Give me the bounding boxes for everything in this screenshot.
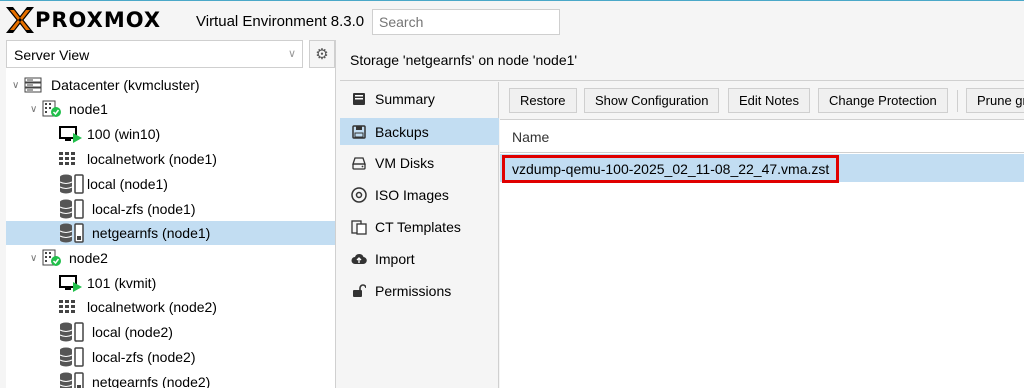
backups-toolbar: Restore Show Configuration Edit Notes Ch… xyxy=(500,82,1024,120)
backups-panel: Restore Show Configuration Edit Notes Ch… xyxy=(500,82,1024,388)
tree-item-local-node2[interactable]: local (node2) xyxy=(6,320,335,344)
tree-item-label: localnetwork (node1) xyxy=(87,151,217,167)
nav-item-label: Summary xyxy=(375,90,435,107)
storage-icon xyxy=(59,347,84,367)
tree-item-label: node2 xyxy=(69,250,108,266)
prune-button[interactable]: Prune gr xyxy=(966,88,1024,113)
vm-running-icon xyxy=(59,126,82,143)
network-grid-icon xyxy=(59,152,75,165)
tree-item-datacenter[interactable]: ∨ Datacenter (kvmcluster) xyxy=(6,73,335,97)
storage-icon xyxy=(59,199,84,219)
column-header-name[interactable]: Name xyxy=(512,129,549,145)
backup-filename-cell: vzdump-qemu-100-2025_02_11-08_22_47.vma.… xyxy=(502,155,840,183)
floppy-icon xyxy=(351,124,367,140)
nav-item-label: Permissions xyxy=(375,282,452,299)
edit-notes-button[interactable]: Edit Notes xyxy=(728,88,810,113)
storage-icon xyxy=(59,174,84,194)
proxmox-x-icon xyxy=(6,7,34,33)
unlock-icon xyxy=(351,283,367,299)
toolbar-separator xyxy=(957,90,958,112)
storage-icon xyxy=(59,322,84,342)
page-title: Storage 'netgearnfs' on node 'node1' xyxy=(350,52,578,68)
tree-item-netgearnfs-node1[interactable]: netgearnfs (node1) xyxy=(6,221,335,245)
nav-item-permissions[interactable]: Permissions xyxy=(340,277,499,304)
chevron-down-icon: ∨ xyxy=(287,48,296,60)
tree-item-label: local-zfs (node2) xyxy=(92,349,196,365)
chevron-down-icon[interactable]: ∨ xyxy=(30,253,37,264)
content-header: Storage 'netgearnfs' on node 'node1' xyxy=(340,40,1024,81)
datacenter-icon xyxy=(24,77,42,93)
resource-tree-panel: Server View ∨ ⚙ ∨ Datacenter (kvmcluster… xyxy=(6,40,336,388)
nav-item-label: CT Templates xyxy=(375,218,461,235)
disc-icon xyxy=(351,186,367,203)
nav-item-backups[interactable]: Backups xyxy=(340,118,499,145)
tree-item-label: node1 xyxy=(69,101,108,117)
vm-running-icon xyxy=(59,275,82,292)
nav-item-ct-templates[interactable]: CT Templates xyxy=(340,213,499,240)
tree-item-label: 101 (kvmit) xyxy=(87,275,157,291)
change-protection-button[interactable]: Change Protection xyxy=(818,88,948,113)
table-header: Name xyxy=(500,121,1024,153)
tree-item-vm-101[interactable]: 101 (kvmit) xyxy=(6,271,335,295)
nav-item-label: Backups xyxy=(375,123,429,140)
restore-button[interactable]: Restore xyxy=(509,88,577,113)
logo-text: PROXMOX xyxy=(35,8,162,32)
nav-item-label: VM Disks xyxy=(375,154,435,171)
tree-item-label: local (node1) xyxy=(87,176,168,192)
chevron-down-icon[interactable]: ∨ xyxy=(12,80,19,91)
tree-item-node1[interactable]: ∨ node1 xyxy=(6,97,335,121)
tree-item-netgearnfs-node2[interactable]: netgearnfs (node2) xyxy=(6,370,335,388)
settings-button[interactable]: ⚙ xyxy=(309,40,335,68)
nav-item-summary[interactable]: Summary xyxy=(340,85,499,112)
top-header: PROXMOX Virtual Environment 8.3.0 xyxy=(0,0,1024,40)
search-input[interactable] xyxy=(372,9,560,35)
tree-item-label: Datacenter (kvmcluster) xyxy=(51,77,200,93)
nav-item-vm-disks[interactable]: VM Disks xyxy=(340,149,499,176)
gear-icon: ⚙ xyxy=(315,46,329,63)
tree-item-node2[interactable]: ∨ node2 xyxy=(6,246,335,270)
tree-item-label: netgearnfs (node2) xyxy=(92,374,211,388)
node-online-icon xyxy=(42,100,61,117)
view-selector[interactable]: Server View ∨ xyxy=(6,40,303,68)
storage-icon xyxy=(59,223,84,243)
tree-item-label: local (node2) xyxy=(92,324,173,340)
proxmox-logo[interactable]: PROXMOX xyxy=(6,7,161,33)
node-online-icon xyxy=(42,249,61,266)
tree-item-local-zfs-node1[interactable]: local-zfs (node1) xyxy=(6,197,335,221)
tree-item-localnetwork-node2[interactable]: localnetwork (node2) xyxy=(6,295,335,319)
nav-item-label: Import xyxy=(375,250,415,267)
nav-item-import[interactable]: Import xyxy=(340,245,499,272)
book-icon xyxy=(351,91,367,107)
network-grid-icon xyxy=(59,300,75,313)
tree-item-label: local-zfs (node1) xyxy=(92,201,196,217)
tree-item-label: 100 (win10) xyxy=(87,126,161,142)
tree-item-local-zfs-node2[interactable]: local-zfs (node2) xyxy=(6,345,335,369)
hdd-icon xyxy=(351,155,367,171)
storage-icon xyxy=(59,372,84,388)
show-configuration-button[interactable]: Show Configuration xyxy=(584,88,720,113)
nav-item-label: ISO Images xyxy=(375,186,449,203)
tree-item-label: localnetwork (node2) xyxy=(87,299,217,315)
nav-item-iso-images[interactable]: ISO Images xyxy=(340,181,499,208)
tree-item-local-node1[interactable]: local (node1) xyxy=(6,172,335,196)
view-selector-value: Server View xyxy=(14,47,90,63)
storage-nav: Summary Backups VM Disks ISO Images CT T… xyxy=(340,82,499,388)
table-row[interactable]: vzdump-qemu-100-2025_02_11-08_22_47.vma.… xyxy=(500,154,1024,183)
template-icon xyxy=(351,219,367,235)
product-version: Virtual Environment 8.3.0 xyxy=(196,13,365,30)
chevron-down-icon[interactable]: ∨ xyxy=(30,104,37,115)
tree-item-vm-100[interactable]: 100 (win10) xyxy=(6,122,335,146)
tree-item-label: netgearnfs (node1) xyxy=(92,225,211,241)
tree-item-localnetwork-node1[interactable]: localnetwork (node1) xyxy=(6,147,335,171)
cloud-upload-icon xyxy=(351,251,367,267)
